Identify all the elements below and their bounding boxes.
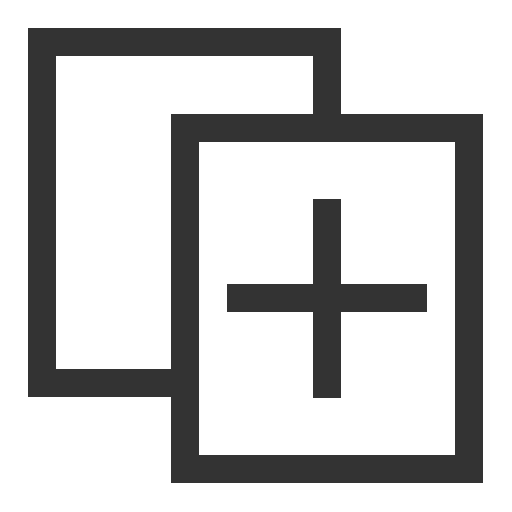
duplicate-add-icon xyxy=(28,28,483,483)
icon-canvas xyxy=(0,0,512,512)
